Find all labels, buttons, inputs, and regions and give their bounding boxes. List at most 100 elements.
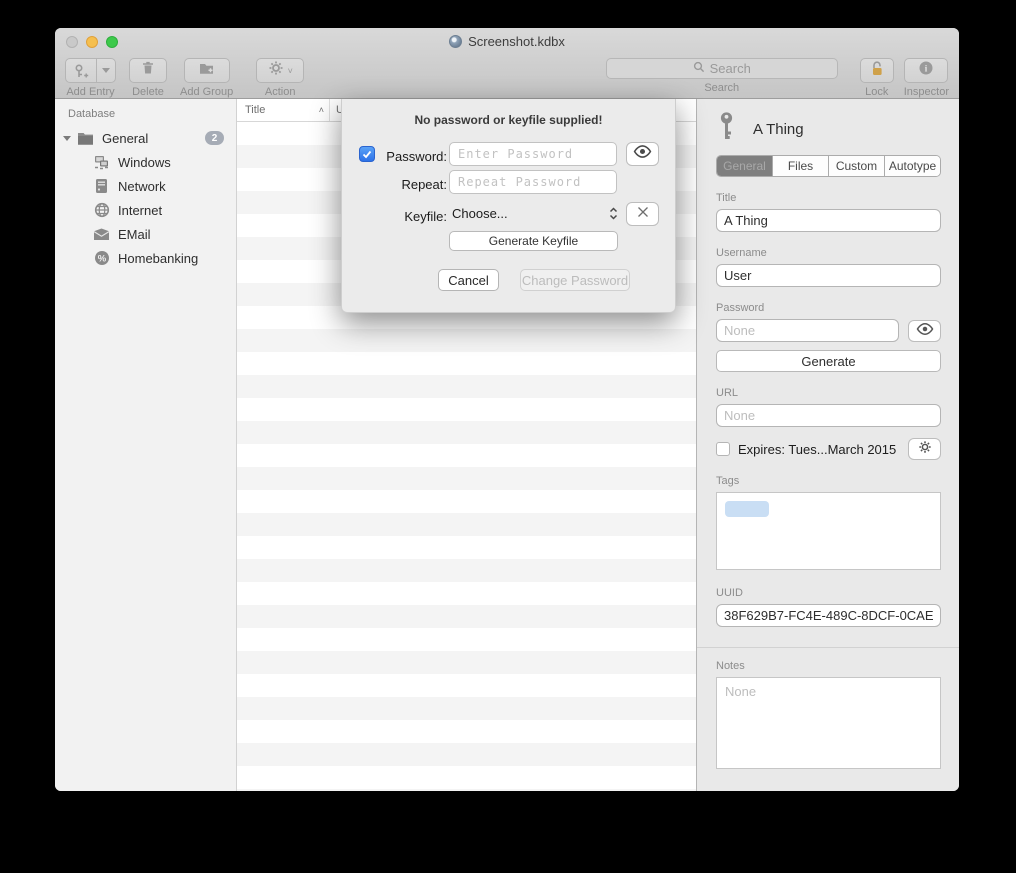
disclosure-triangle-icon[interactable] — [63, 136, 71, 141]
close-x-icon — [637, 205, 649, 223]
enter-password-input[interactable] — [449, 142, 617, 166]
inspector-panel: A Thing General Files Custom Autotype Ti… — [696, 99, 959, 791]
sidebar-item-label: Network — [118, 179, 236, 194]
folder-icon — [77, 130, 94, 147]
chevron-down-icon — [102, 68, 110, 73]
uuid-label: UUID — [716, 587, 941, 599]
delete-button[interactable] — [129, 58, 167, 83]
keyfile-label: Keyfile: — [376, 209, 447, 224]
username-field[interactable] — [716, 264, 941, 287]
lock-button[interactable] — [860, 58, 894, 83]
dialog-message: No password or keyfile supplied! — [342, 113, 675, 127]
password-field[interactable] — [716, 319, 899, 342]
search-placeholder: Search — [710, 61, 751, 76]
tab-general[interactable]: General — [717, 156, 773, 176]
column-header-title[interactable]: Title ˄ — [237, 99, 330, 121]
expires-checkbox[interactable] — [716, 442, 730, 456]
password-field-label: Password — [716, 302, 941, 314]
sidebar-item-label: General — [102, 131, 205, 146]
add-group-button[interactable] — [184, 58, 230, 83]
section-divider — [697, 647, 959, 648]
search-icon — [693, 61, 705, 76]
title-field[interactable] — [716, 209, 941, 232]
eye-icon — [916, 322, 934, 340]
app-window: Screenshot.kdbx Add Entry D — [55, 28, 959, 791]
reveal-password-button[interactable] — [908, 320, 941, 342]
url-field-label: URL — [716, 387, 941, 399]
lock-icon — [869, 60, 885, 82]
repeat-label: Repeat: — [376, 177, 447, 192]
uuid-field[interactable] — [716, 604, 941, 627]
percent-icon: % — [93, 250, 110, 267]
add-entry-dropdown[interactable] — [96, 59, 115, 82]
globe-icon — [93, 202, 110, 219]
title-bar[interactable]: Screenshot.kdbx — [55, 28, 959, 54]
search-label: Search — [704, 82, 739, 94]
inspector-tabs: General Files Custom Autotype — [716, 155, 941, 177]
lock-item: Lock — [860, 58, 894, 98]
clear-keyfile-button[interactable] — [626, 202, 659, 226]
entry-title: A Thing — [753, 121, 804, 138]
generate-keyfile-button[interactable]: Generate Keyfile — [449, 231, 618, 251]
title-field-label: Title — [716, 192, 941, 204]
sidebar-item-label: Windows — [118, 155, 236, 170]
gear-icon — [268, 60, 284, 81]
username-field-label: Username — [716, 247, 941, 259]
tab-custom[interactable]: Custom — [829, 156, 885, 176]
tags-label: Tags — [716, 475, 941, 487]
search-item: Search Search — [606, 58, 838, 94]
eye-icon — [633, 145, 652, 163]
sidebar-item-email[interactable]: EMail — [55, 222, 236, 246]
window-header: Screenshot.kdbx Add Entry D — [55, 28, 959, 99]
action-label: Action — [265, 86, 296, 98]
sort-ascending-icon: ˄ — [319, 105, 324, 115]
toolbar: Add Entry Delete Add Group — [55, 54, 959, 98]
delete-label: Delete — [132, 86, 164, 98]
delete-item: Delete — [129, 58, 167, 98]
sidebar-item-homebanking[interactable]: % Homebanking — [55, 246, 236, 270]
expires-settings-button[interactable] — [908, 438, 941, 460]
key-icon — [716, 111, 737, 147]
sidebar-item-label: EMail — [118, 227, 236, 242]
action-button[interactable]: ˅ — [256, 58, 304, 83]
workgroup-icon — [93, 154, 110, 171]
chevron-down-icon: ˅ — [288, 66, 293, 76]
generate-password-button[interactable]: Generate — [716, 350, 941, 372]
inspector-label: Inspector — [904, 86, 949, 98]
password-checkbox[interactable] — [359, 146, 375, 162]
add-entry-label: Add Entry — [66, 86, 114, 98]
tab-files[interactable]: Files — [773, 156, 829, 176]
folder-plus-icon — [198, 60, 215, 81]
stepper-icon — [609, 207, 618, 220]
reveal-password-button[interactable] — [626, 142, 659, 166]
sidebar: Database General 2 Windows Network — [55, 99, 237, 791]
add-group-item: Add Group — [180, 58, 233, 98]
notes-placeholder: None — [725, 684, 756, 699]
repeat-password-input[interactable] — [449, 170, 617, 194]
empty-tag-pill[interactable] — [725, 501, 769, 517]
svg-text:%: % — [97, 253, 106, 264]
change-password-button[interactable]: Change Password — [520, 269, 630, 291]
sidebar-item-label: Internet — [118, 203, 236, 218]
add-entry-button[interactable] — [65, 58, 116, 83]
column-label: Title — [245, 104, 265, 116]
notes-field[interactable]: None — [716, 677, 941, 769]
key-plus-icon — [66, 59, 96, 82]
sidebar-item-general[interactable]: General 2 — [55, 126, 236, 150]
inspector-button[interactable]: i — [904, 58, 948, 83]
window-title: Screenshot.kdbx — [468, 34, 565, 49]
url-field[interactable] — [716, 404, 941, 427]
sidebar-item-label: Homebanking — [118, 251, 236, 266]
lock-label: Lock — [865, 86, 888, 98]
sidebar-item-windows[interactable]: Windows — [55, 150, 236, 174]
keyfile-popup[interactable]: Choose... — [452, 206, 618, 221]
server-icon — [93, 178, 110, 195]
tab-autotype[interactable]: Autotype — [885, 156, 940, 176]
sidebar-item-internet[interactable]: Internet — [55, 198, 236, 222]
password-dialog: No password or keyfile supplied! Passwor… — [341, 99, 676, 313]
tags-field[interactable] — [716, 492, 941, 570]
search-input[interactable]: Search — [606, 58, 838, 79]
cancel-button[interactable]: Cancel — [438, 269, 499, 291]
expires-label: Expires: Tues...March 2015 — [738, 442, 900, 457]
sidebar-item-network[interactable]: Network — [55, 174, 236, 198]
